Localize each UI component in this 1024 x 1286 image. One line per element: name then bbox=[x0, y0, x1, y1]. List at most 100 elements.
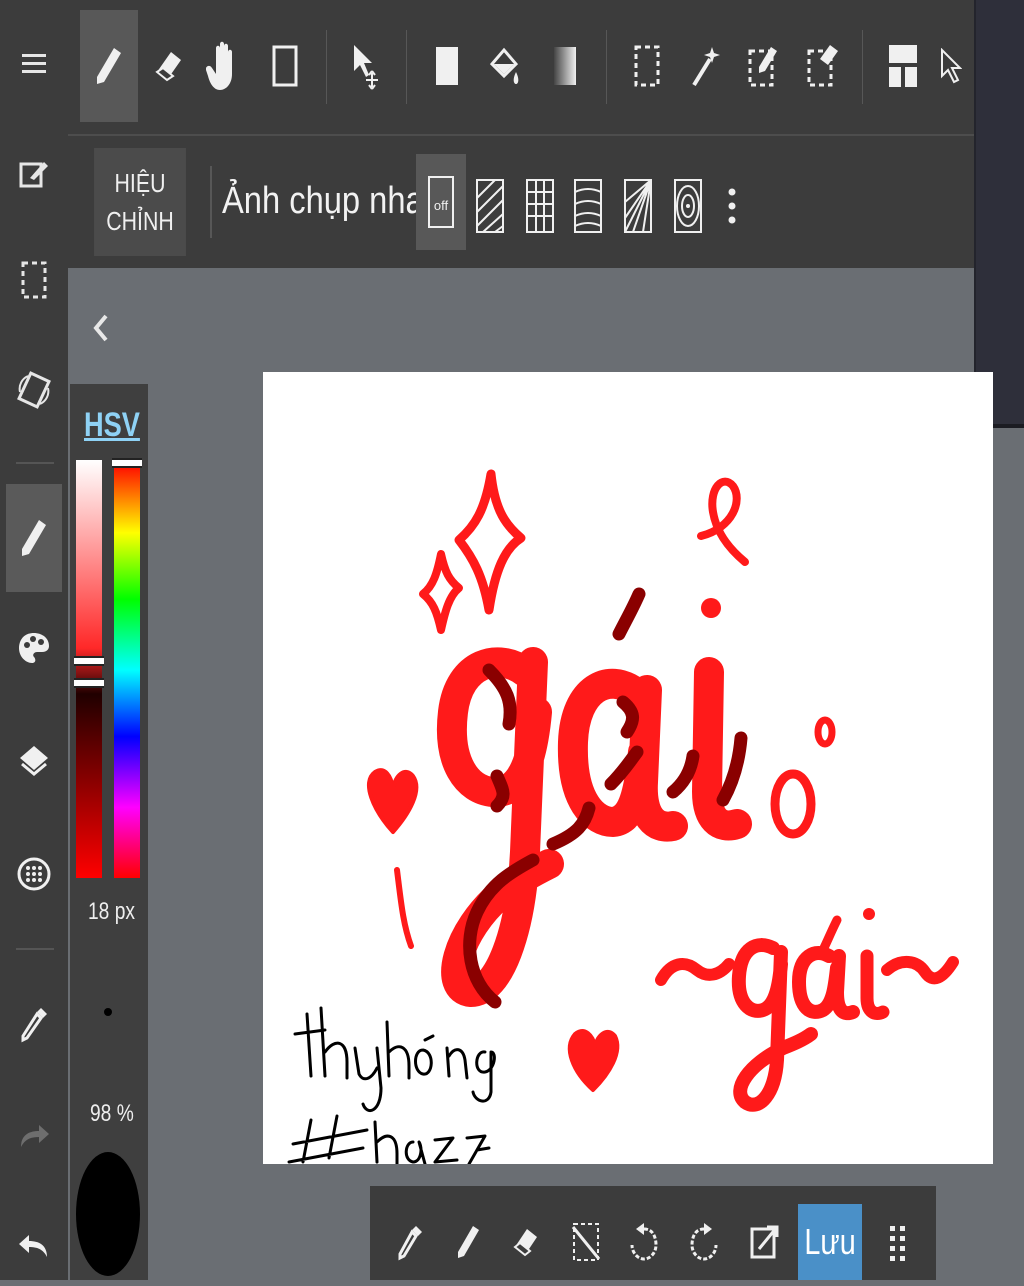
brush-size-label[interactable]: 18 px bbox=[88, 898, 135, 926]
pen-tool-button[interactable] bbox=[80, 10, 138, 122]
eyedropper-icon[interactable] bbox=[6, 984, 62, 1064]
edit-icon[interactable] bbox=[6, 134, 62, 214]
correction-button[interactable]: HIỆU CHỈNH bbox=[94, 148, 186, 256]
signature bbox=[287, 1006, 496, 1164]
palette-icon[interactable] bbox=[6, 608, 62, 688]
export-icon bbox=[750, 1225, 779, 1259]
rotate-icon[interactable] bbox=[6, 350, 62, 430]
ribbon-swirl bbox=[697, 477, 749, 566]
toolbar-divider bbox=[406, 30, 407, 104]
frame-divider-tool-button[interactable] bbox=[874, 10, 932, 122]
undo-icon[interactable] bbox=[6, 1206, 62, 1286]
pointer-icon bbox=[941, 48, 962, 84]
redo-icon bbox=[690, 1223, 718, 1261]
sidebar-pen-button[interactable] bbox=[6, 484, 62, 592]
magic-wand-icon bbox=[692, 47, 720, 87]
select-pen-tool-button[interactable] bbox=[734, 10, 792, 122]
sub-acute bbox=[818, 915, 842, 955]
options-divider bbox=[210, 166, 212, 238]
grid-dots-icon bbox=[890, 1226, 905, 1261]
brush-size-preview bbox=[104, 1008, 112, 1016]
select-eraser-tool-button[interactable] bbox=[794, 10, 852, 122]
more-button[interactable] bbox=[870, 1204, 926, 1280]
snap-off-button[interactable]: off bbox=[416, 154, 466, 250]
parallel-ruler-icon bbox=[476, 179, 504, 233]
more-options-button[interactable] bbox=[712, 166, 752, 246]
heart-bottom bbox=[567, 1029, 620, 1092]
sidebar-divider bbox=[16, 948, 54, 950]
export-button[interactable] bbox=[736, 1204, 792, 1280]
snap-off-label: off bbox=[434, 198, 449, 213]
fill-rect-icon bbox=[436, 47, 458, 85]
select-tool-button[interactable] bbox=[618, 10, 676, 122]
toolbar-divider bbox=[606, 30, 607, 104]
color-panel: HSV 18 px 98 % bbox=[70, 384, 148, 1280]
menu-icon[interactable] bbox=[6, 24, 62, 104]
tool-toolbar bbox=[68, 0, 974, 134]
radial-ruler-icon bbox=[624, 179, 652, 233]
sparkle-large bbox=[454, 469, 526, 615]
bottom-action-bar: Lưu bbox=[370, 1186, 936, 1280]
deselect-button[interactable] bbox=[558, 1204, 614, 1280]
eyedropper-button[interactable] bbox=[382, 1204, 438, 1280]
material-icon[interactable] bbox=[6, 834, 62, 914]
deselect-icon bbox=[571, 1223, 601, 1261]
rotate-right-button[interactable] bbox=[676, 1204, 732, 1280]
value-slider[interactable] bbox=[74, 460, 104, 878]
pen-button[interactable] bbox=[440, 1204, 496, 1280]
canvas-frame-icon bbox=[272, 45, 298, 87]
frame-divider-icon bbox=[889, 45, 917, 87]
paint-bucket-icon bbox=[489, 47, 519, 84]
redo-icon[interactable] bbox=[6, 1096, 62, 1176]
snap-curve-button[interactable] bbox=[564, 166, 612, 246]
hue-slider-handle[interactable] bbox=[112, 458, 142, 468]
fill-rect-tool-button[interactable] bbox=[418, 10, 476, 122]
artwork bbox=[287, 469, 959, 1164]
select-rect-icon bbox=[634, 45, 660, 87]
tilde-left bbox=[655, 958, 735, 986]
undo-icon bbox=[630, 1223, 658, 1261]
eraser-icon bbox=[513, 1229, 537, 1257]
more-vertical-icon bbox=[728, 188, 736, 224]
eraser-button[interactable] bbox=[498, 1204, 554, 1280]
move-tool-button[interactable] bbox=[338, 10, 396, 122]
circle-ruler-icon bbox=[674, 179, 702, 233]
tool-options-bar: HIỆU CHỈNH Ảnh chụp nhanh off bbox=[68, 136, 974, 268]
snap-grid-button[interactable] bbox=[516, 166, 564, 246]
toolbar-divider bbox=[862, 30, 863, 104]
collapse-panel-button[interactable] bbox=[86, 306, 116, 350]
select-eraser-icon bbox=[807, 45, 838, 87]
current-color-swatch[interactable] bbox=[76, 1152, 140, 1276]
bucket-tool-button[interactable] bbox=[476, 10, 534, 122]
toolbar-divider bbox=[326, 30, 327, 104]
magic-wand-tool-button[interactable] bbox=[676, 10, 734, 122]
snap-circle-button[interactable] bbox=[664, 166, 712, 246]
pointer-tool-button[interactable] bbox=[930, 10, 970, 122]
pen-icon bbox=[97, 48, 121, 84]
layers-icon[interactable] bbox=[6, 722, 62, 802]
gradient-tool-button[interactable] bbox=[536, 10, 594, 122]
rotate-left-button[interactable] bbox=[616, 1204, 672, 1280]
selection-icon[interactable] bbox=[6, 240, 62, 320]
hand-icon bbox=[206, 41, 232, 90]
hue-slider[interactable] bbox=[112, 458, 142, 878]
snap-parallel-button[interactable] bbox=[466, 166, 514, 246]
hand-tool-button[interactable] bbox=[194, 10, 252, 122]
move-select-icon bbox=[354, 45, 378, 90]
gradient-icon bbox=[554, 47, 576, 85]
canvas-tool-button[interactable] bbox=[256, 10, 314, 122]
degree-dot bbox=[814, 716, 836, 748]
sub-i-dot bbox=[863, 908, 875, 920]
tilde-right bbox=[881, 956, 959, 985]
sub-i bbox=[860, 949, 890, 1020]
eraser-tool-button[interactable] bbox=[140, 10, 198, 122]
save-button[interactable]: Lưu bbox=[798, 1204, 862, 1280]
opacity-label[interactable]: 98 % bbox=[90, 1100, 134, 1128]
drawing-canvas[interactable] bbox=[263, 372, 993, 1164]
snap-radial-button[interactable] bbox=[614, 166, 662, 246]
value-slider-handle[interactable] bbox=[74, 656, 104, 666]
side-panel bbox=[974, 0, 1024, 428]
color-mode-toggle[interactable]: HSV bbox=[84, 406, 140, 445]
value-slider-handle[interactable] bbox=[74, 678, 104, 688]
degree-circle bbox=[770, 769, 816, 839]
